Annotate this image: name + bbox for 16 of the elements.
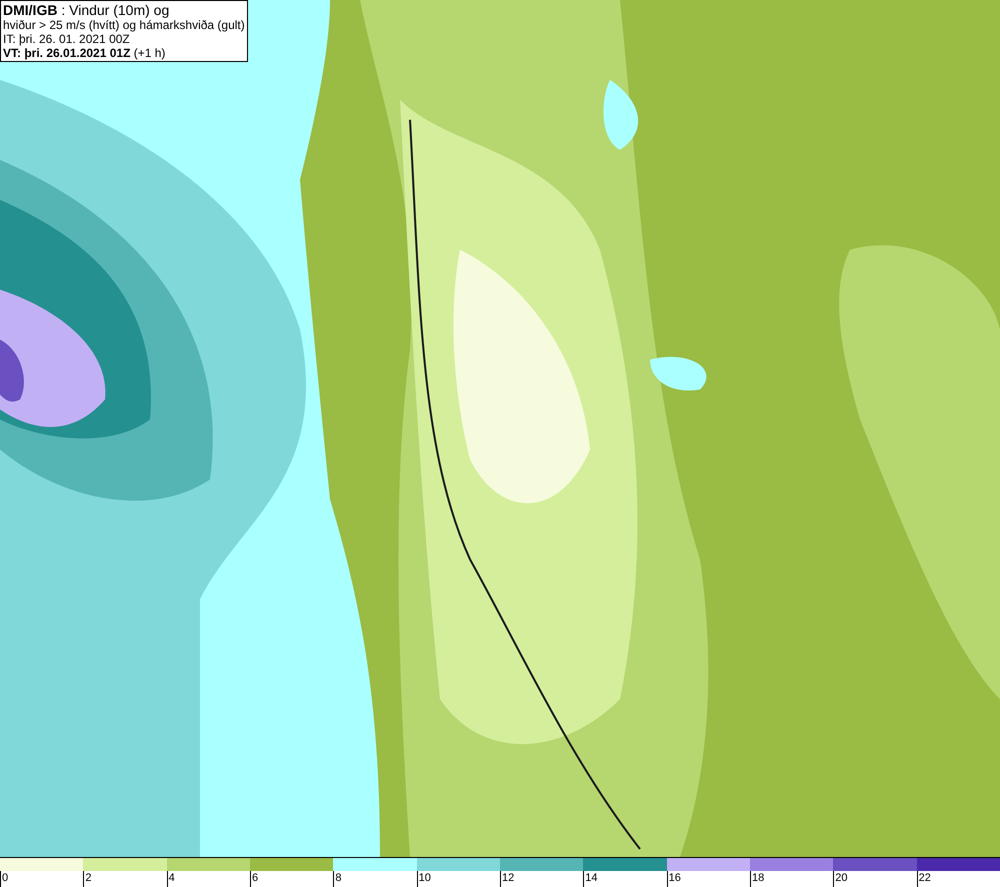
legend-label: 14 <box>584 871 599 885</box>
legend-label: 2 <box>84 871 92 885</box>
info-text: IT: þri. 26. 01. 2021 00Z <box>3 32 131 46</box>
legend-label: 4 <box>168 871 176 885</box>
legend-label: 22 <box>918 871 932 885</box>
info-text: VT: þri. 26.01.2021 01Z (+1 h) <box>3 46 166 60</box>
legend-label: 16 <box>668 871 682 885</box>
legend-label: 20 <box>834 871 849 885</box>
legend-label: 12 <box>500 871 516 885</box>
legend-label: 8 <box>334 871 342 885</box>
legend-label: 18 <box>750 871 766 885</box>
legend-label: 6 <box>250 871 260 885</box>
info-text: hviður > 25 m/s (hvítt) og hámarkshviða (gult) <box>3 18 245 32</box>
legend-label: 10 <box>418 871 432 885</box>
legend-label: 0 <box>1 871 10 885</box>
info-text: DMI/IGB : Vindur (10m) og <box>3 2 170 18</box>
